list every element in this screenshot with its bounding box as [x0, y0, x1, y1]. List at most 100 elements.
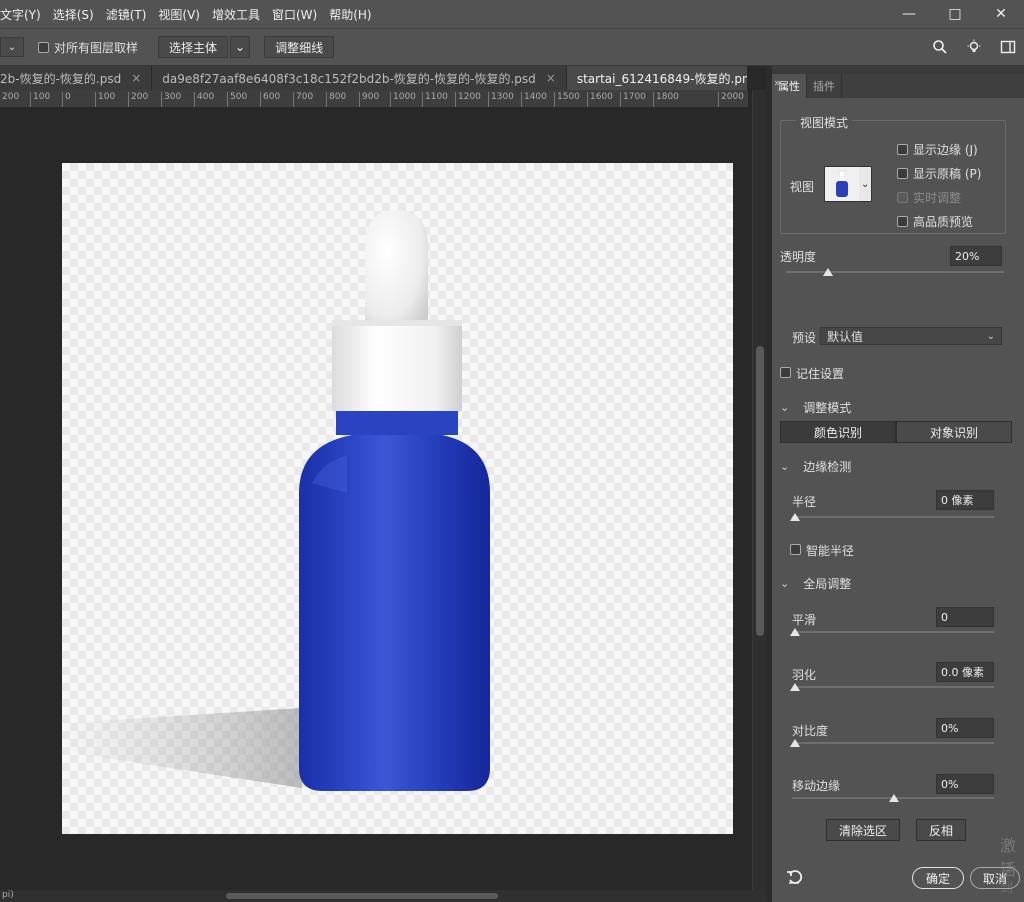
preset-label: 预设: [792, 331, 817, 345]
edge-detection-header[interactable]: ⌄ 边缘检测: [780, 458, 851, 475]
menu-view[interactable]: 视图(V): [152, 6, 206, 23]
sample-all-layers-checkbox[interactable]: [38, 41, 49, 53]
tab-plugins[interactable]: 插件: [807, 74, 842, 98]
smooth-slider-thumb[interactable]: [790, 628, 800, 636]
close-icon[interactable]: ×: [546, 71, 556, 85]
cancel-button[interactable]: 取消: [970, 867, 1020, 889]
tab-document-2[interactable]: da9e8f27aaf8e6408f3c18c152f2bd2b-恢复的-恢复的…: [152, 66, 567, 90]
feather-label: 羽化: [792, 668, 817, 682]
contrast-label: 对比度: [792, 724, 829, 738]
radius-label: 半径: [792, 495, 817, 509]
adjust-mode-title: 调整模式: [803, 401, 852, 415]
radius-slider-thumb[interactable]: [790, 513, 800, 521]
close-icon[interactable]: ×: [131, 71, 141, 85]
feather-slider-track[interactable]: [792, 686, 994, 688]
ruler-tick: 1700: [620, 92, 646, 107]
preset-dropdown[interactable]: 默认值 ⌄: [820, 327, 1002, 345]
select-subject-dropdown[interactable]: ⌄: [230, 36, 251, 58]
tab-label: startai_612416849-恢复的.png @ 34.2% (图层: [576, 71, 748, 86]
preset-value: 默认值: [827, 329, 864, 344]
remember-checkbox[interactable]: [780, 367, 791, 378]
ruler-tick: 0: [62, 92, 71, 107]
tab-document-3[interactable]: startai_612416849-恢复的.png @ 34.2% (图层: [566, 66, 748, 90]
shift-edge-slider-thumb[interactable]: [889, 794, 899, 802]
ruler-tick: 1500: [554, 92, 580, 107]
document-tabs: 2b-恢复的-恢复的.psd × da9e8f27aaf8e6408f3c18c1…: [0, 66, 748, 90]
opacity-slider-track[interactable]: [786, 271, 1004, 273]
ruler-tick: 100: [95, 92, 115, 107]
show-original-checkbox[interactable]: [897, 168, 908, 179]
feather-slider-thumb[interactable]: [790, 683, 800, 691]
menu-filter[interactable]: 滤镜(T): [100, 6, 153, 23]
search-icon[interactable]: [932, 39, 948, 58]
ruler-tick: 400: [194, 92, 214, 107]
workspace-icon[interactable]: [1000, 39, 1016, 58]
scrollbar-thumb[interactable]: [226, 893, 498, 899]
panel-topbar: [772, 66, 1024, 74]
high-quality-checkbox[interactable]: [897, 216, 908, 227]
ruler-tick: 900: [359, 92, 379, 107]
menu-window[interactable]: 窗口(W): [266, 6, 323, 23]
radius-input[interactable]: 0 像素: [936, 490, 994, 510]
view-thumbnail-icon: [825, 167, 859, 201]
opacity-slider-thumb[interactable]: [823, 268, 833, 276]
status-bar-text: pi): [2, 890, 14, 900]
document-canvas[interactable]: [62, 163, 733, 834]
tab-label: da9e8f27aaf8e6408f3c18c152f2bd2b-恢复的-恢复的…: [162, 71, 536, 86]
adjust-mode-header[interactable]: ⌄ 调整模式: [780, 399, 851, 416]
realtime-label: 实时调整: [913, 191, 962, 205]
mode-dropdown[interactable]: ⌄: [0, 37, 24, 57]
object-aware-button[interactable]: 对象识别: [896, 421, 1012, 443]
clear-selection-button[interactable]: 清除选区: [826, 819, 900, 841]
horizontal-scrollbar[interactable]: [0, 890, 766, 902]
minimize-button[interactable]: —: [886, 0, 932, 28]
panel-tabs: 属性 插件: [772, 74, 1024, 98]
ok-button[interactable]: 确定: [912, 867, 964, 889]
ruler-tick: 200: [128, 92, 148, 107]
radius-slider-track[interactable]: [792, 516, 994, 518]
contrast-slider-track[interactable]: [792, 742, 994, 744]
reset-icon[interactable]: [786, 868, 804, 889]
smooth-input[interactable]: 0: [936, 607, 994, 627]
maximize-button[interactable]: □: [932, 0, 978, 28]
global-adjust-title: 全局调整: [803, 577, 852, 591]
chevron-down-icon: ⌄: [780, 577, 790, 590]
panel-collapse-icon[interactable]: »: [774, 76, 781, 89]
invert-button[interactable]: 反相: [916, 819, 966, 841]
canvas-area[interactable]: [0, 108, 752, 890]
smooth-slider-track[interactable]: [792, 631, 994, 633]
ruler-tick: 600: [260, 92, 280, 107]
opacity-input[interactable]: 20%: [950, 246, 1002, 266]
shift-edge-input[interactable]: 0%: [936, 774, 994, 794]
select-subject-button[interactable]: 选择主体: [158, 36, 229, 58]
menu-select[interactable]: 选择(S): [47, 6, 100, 23]
edge-detection-title: 边缘检测: [803, 460, 852, 474]
color-aware-button[interactable]: 颜色识别: [780, 421, 896, 443]
realtime-checkbox[interactable]: [897, 192, 908, 203]
tab-document-1[interactable]: 2b-恢复的-恢复的.psd ×: [0, 66, 153, 90]
contrast-input[interactable]: 0%: [936, 718, 994, 738]
high-quality-label: 高品质预览: [913, 215, 974, 229]
close-button[interactable]: ✕: [978, 0, 1024, 28]
options-bar: ⌄ 对所有图层取样 选择主体 ⌄ 调整细线: [0, 28, 1024, 66]
view-mode-title: 视图模式: [796, 114, 853, 131]
view-thumbnail-dropdown[interactable]: ⌄: [824, 166, 872, 202]
chevron-down-icon: ⌄: [861, 178, 870, 190]
smart-radius-checkbox[interactable]: [790, 544, 801, 555]
menu-help[interactable]: 帮助(H): [323, 6, 377, 23]
ruler-tick: 500: [227, 92, 247, 107]
contrast-slider-thumb[interactable]: [790, 739, 800, 747]
refine-hair-button[interactable]: 调整细线: [264, 36, 335, 58]
show-edge-checkbox[interactable]: [897, 144, 908, 155]
ruler-tick: 700: [293, 92, 313, 107]
scrollbar-thumb[interactable]: [756, 346, 764, 636]
ruler-tick: 800: [326, 92, 346, 107]
ruler-tick: 1000: [390, 92, 416, 107]
lightbulb-icon[interactable]: [966, 39, 982, 58]
vertical-scrollbar[interactable]: [752, 90, 766, 890]
feather-input[interactable]: 0.0 像素: [936, 662, 994, 682]
opacity-label: 透明度: [780, 250, 817, 264]
menu-type[interactable]: 文字(Y): [0, 6, 47, 23]
global-adjust-header[interactable]: ⌄ 全局调整: [780, 575, 851, 592]
menu-plugins[interactable]: 增效工具: [206, 6, 266, 23]
